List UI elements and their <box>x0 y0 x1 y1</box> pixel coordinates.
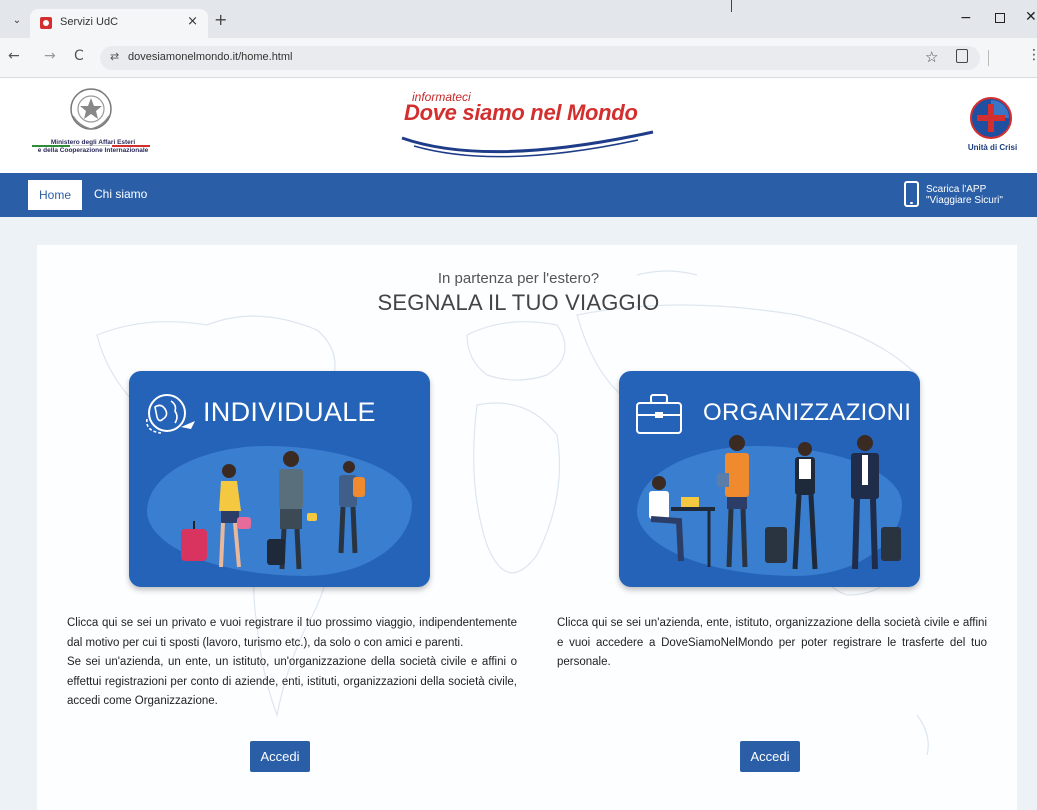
browser-tab-bar: ⌄ Servizi UdC × + − ✕ <box>0 0 1037 38</box>
site-info-icon[interactable]: ⇄ <box>110 50 119 63</box>
phone-icon[interactable] <box>904 181 919 207</box>
url-input[interactable]: ⇄ dovesiamonelmondo.it/home.html <box>100 46 980 70</box>
organizzazioni-description: Clicca qui se sei un'azienda, ente, isti… <box>557 614 987 673</box>
individuale-description: Clicca qui se sei un privato e vuoi regi… <box>67 614 517 712</box>
tab-close-icon[interactable]: × <box>187 14 198 29</box>
back-button[interactable]: ← <box>8 48 20 64</box>
extensions-icon[interactable] <box>956 49 968 63</box>
flag-stripes <box>32 132 152 147</box>
tab-title: Servizi UdC <box>60 16 119 28</box>
site-logo-text[interactable]: Dove siamo nel Mondo <box>404 100 638 126</box>
nav-home[interactable]: Home <box>28 180 82 210</box>
url-text: dovesiamonelmondo.it/home.html <box>128 51 293 63</box>
business-people-illustration <box>649 435 901 570</box>
accedi-organizzazioni-button[interactable]: Accedi <box>740 741 800 772</box>
organizzazioni-card[interactable]: ORGANIZZAZIONI <box>619 371 920 587</box>
maximize-button[interactable] <box>995 13 1005 23</box>
description-paragraph: Clicca qui se sei un privato e vuoi regi… <box>67 617 517 649</box>
ministry-name: Ministero degli Affari Esteri e della Co… <box>37 139 149 154</box>
crisis-unit-name: Unità di Crisi <box>967 143 1018 152</box>
browser-tab[interactable]: Servizi UdC × <box>30 9 208 38</box>
main-nav: Home Chi siamo Scarica l'APP "Viaggiare … <box>0 173 1037 217</box>
individuale-card[interactable]: INDIVIDUALE <box>129 371 430 587</box>
travellers-illustration <box>181 451 365 570</box>
bookmark-star-icon[interactable]: ☆ <box>925 48 938 66</box>
download-app-link[interactable]: Scarica l'APP "Viaggiare Sicuri" <box>926 184 1003 206</box>
forward-button[interactable]: → <box>44 48 56 64</box>
unita-di-crisi-logo-icon <box>970 97 1012 139</box>
description-paragraph: Se sei un'azienda, un ente, un istituto,… <box>67 656 517 707</box>
italian-emblem-icon <box>70 88 112 130</box>
site-header: Ministero degli Affari Esteri e della Co… <box>0 78 1037 173</box>
description-paragraph: Clicca qui se sei un'azienda, ente, isti… <box>557 617 987 668</box>
close-window-button[interactable]: ✕ <box>1025 9 1037 25</box>
nav-chi-siamo[interactable]: Chi siamo <box>94 187 147 201</box>
hero-title: SEGNALA IL TUO VIAGGIO <box>377 290 660 315</box>
browser-menu-icon[interactable]: ⋮ <box>1027 47 1037 63</box>
divider <box>731 0 732 12</box>
logo-swoosh <box>401 130 654 158</box>
hero-subtitle: In partenza per l'estero? <box>437 270 600 287</box>
tab-search-icon[interactable]: ⌄ <box>10 14 24 28</box>
site-favicon-icon <box>40 17 52 29</box>
accedi-individuale-button[interactable]: Accedi <box>250 741 310 772</box>
reload-button[interactable]: C <box>74 48 84 64</box>
divider <box>988 50 989 66</box>
minimize-button[interactable]: − <box>960 10 972 26</box>
address-bar-row: ← → C ⇄ dovesiamonelmondo.it/home.html <box>0 38 1037 78</box>
new-tab-button[interactable]: + <box>214 12 227 28</box>
